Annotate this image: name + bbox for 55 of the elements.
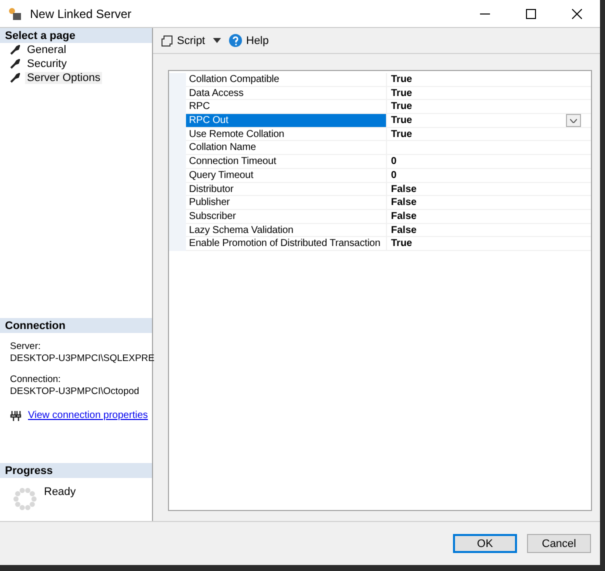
property-name[interactable]: Lazy Schema Validation xyxy=(186,224,386,238)
window-title: New Linked Server xyxy=(30,6,132,20)
page-item[interactable]: General xyxy=(25,44,68,56)
help-button[interactable]: Help xyxy=(229,34,269,47)
property-value: False xyxy=(391,196,417,209)
dropdown-button[interactable] xyxy=(566,114,581,128)
script-icon xyxy=(161,34,173,46)
section-header: Select a page xyxy=(0,28,152,43)
wrench-icon xyxy=(10,73,20,83)
property-value: False xyxy=(391,210,417,223)
property-value: False xyxy=(391,182,417,196)
page-item[interactable]: Security xyxy=(25,58,69,70)
chevron-down-icon xyxy=(570,118,577,123)
property-name[interactable]: Collation Compatible xyxy=(186,73,386,87)
property-name[interactable]: RPC Out xyxy=(186,114,386,128)
section-header: Connection xyxy=(0,318,152,333)
property-value: 0 xyxy=(391,168,397,182)
property-value: True xyxy=(391,128,412,140)
field-label: Connection: xyxy=(10,374,61,385)
property-value: True xyxy=(391,100,412,114)
close-icon xyxy=(572,8,582,18)
dialog-button[interactable]: OK xyxy=(453,534,517,553)
progress-status: Ready xyxy=(44,486,76,500)
field-label: Server: xyxy=(10,341,41,352)
property-value: True xyxy=(391,114,412,127)
dialog-button[interactable]: Cancel xyxy=(527,534,591,553)
property-name[interactable]: Connection Timeout xyxy=(186,155,386,169)
property-name[interactable]: Publisher xyxy=(186,196,386,210)
property-name[interactable]: Query Timeout xyxy=(186,168,386,182)
connection-properties-link[interactable]: View connection properties xyxy=(28,410,148,421)
wrench-icon xyxy=(10,59,20,69)
connection-icon xyxy=(10,410,22,420)
property-name[interactable]: RPC xyxy=(186,100,386,114)
wrench-icon xyxy=(10,45,20,55)
page-item[interactable]: Server Options xyxy=(25,72,102,84)
maximize-icon xyxy=(526,8,536,18)
property-value: True xyxy=(391,86,412,100)
property-value: True xyxy=(391,237,412,250)
caret-icon[interactable] xyxy=(213,38,222,43)
property-name[interactable]: Subscriber xyxy=(186,210,386,224)
help-icon xyxy=(229,34,242,47)
property-value: False xyxy=(391,224,417,236)
property-name[interactable]: Enable Promotion of Distributed Transaction xyxy=(186,237,386,251)
property-name[interactable]: Collation Name xyxy=(186,141,386,156)
property-name[interactable]: Distributor xyxy=(186,182,386,196)
field-value: DESKTOP-U3PMPCI\SQLEXPRE xyxy=(10,353,154,364)
property-name[interactable]: Use Remote Collation xyxy=(186,128,386,142)
app-icon xyxy=(8,6,22,20)
field-value: DESKTOP-U3PMPCI\Octopod xyxy=(10,386,140,397)
property-value: 0 xyxy=(391,155,397,168)
spinner-icon xyxy=(12,486,38,512)
property-value: True xyxy=(391,73,412,86)
property-name[interactable]: Data Access xyxy=(186,86,386,100)
script-button[interactable]: Script xyxy=(161,34,206,46)
section-header: Progress xyxy=(0,463,152,478)
